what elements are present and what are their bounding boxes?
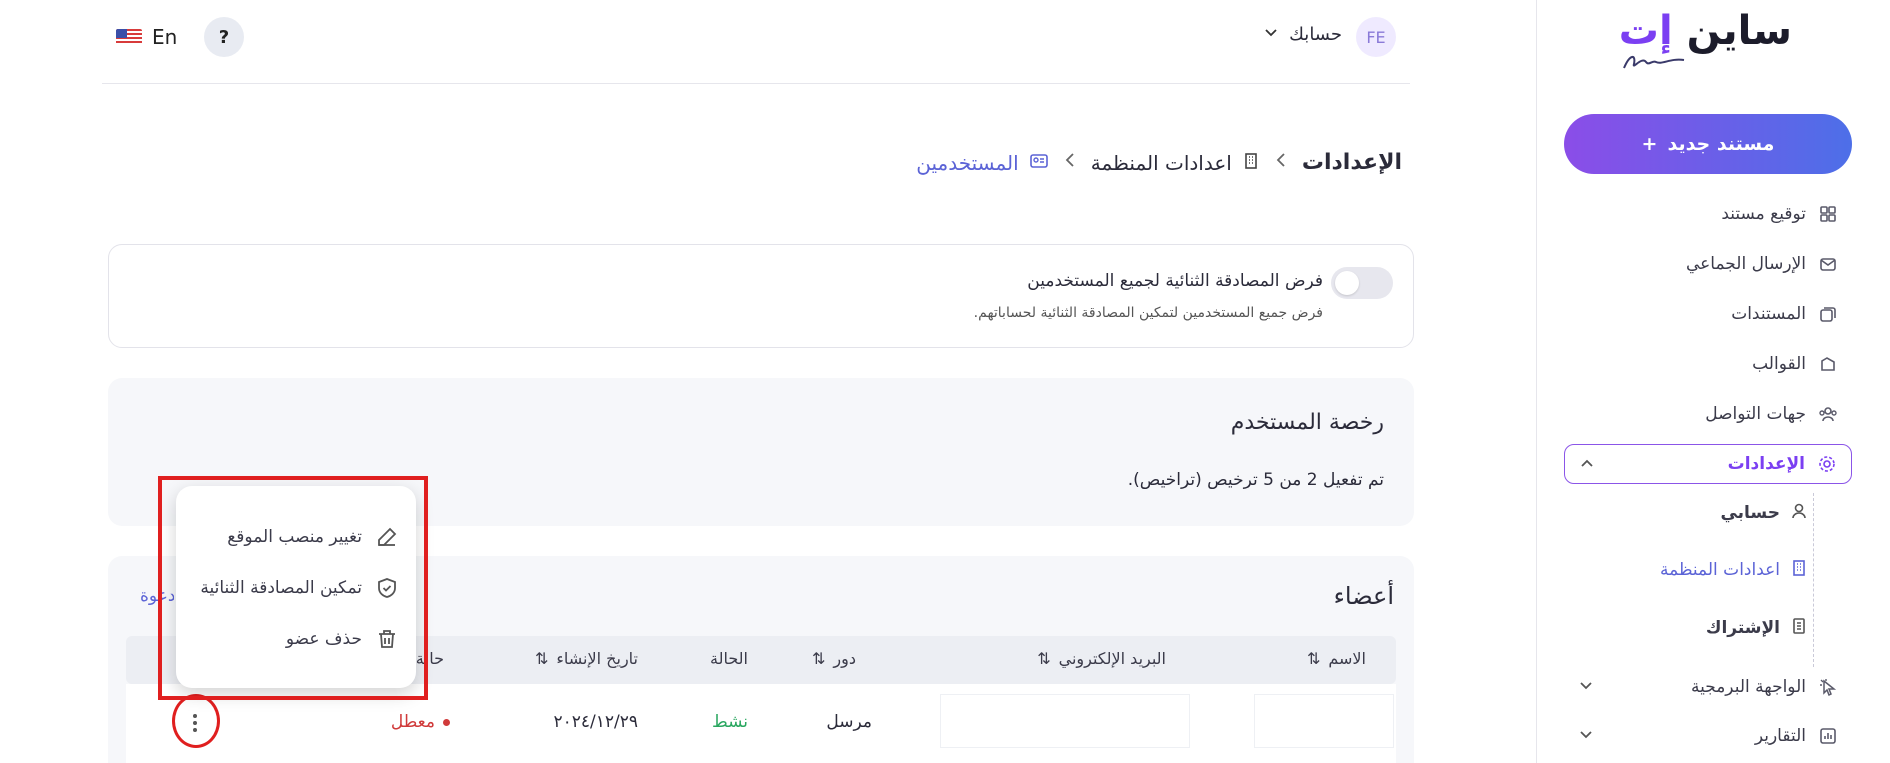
sidebar-item-label: الإشتراك <box>1705 618 1780 638</box>
breadcrumb-org-label: اعدادات المنظمة <box>1090 150 1232 175</box>
sidebar-item-reports[interactable]: التقارير <box>1564 716 1852 756</box>
avatar[interactable]: FE <box>1356 17 1396 57</box>
license-summary: تم تفعيل 2 من 5 ترخيص (تراخيص). <box>1127 470 1384 490</box>
sort-icon: ⇅ <box>1037 649 1051 668</box>
account-menu[interactable]: حسابك <box>1263 24 1342 45</box>
sort-icon: ⇅ <box>1306 649 1321 668</box>
sidebar-item-subscription[interactable]: الإشتراك <box>1590 610 1820 646</box>
chart-icon <box>1818 726 1838 746</box>
column-created[interactable]: تاريخ الإنشاء ⇅ <box>535 649 638 668</box>
chevron-down-icon <box>1578 726 1594 747</box>
account-label: حسابك <box>1289 24 1342 45</box>
contacts-icon <box>1818 404 1838 424</box>
sidebar-item-label: اعدادات المنظمة <box>1660 560 1780 580</box>
breadcrumb-org-settings[interactable]: اعدادات المنظمة <box>1091 151 1260 175</box>
documents-icon <box>1818 304 1838 324</box>
grid-icon <box>1818 204 1838 224</box>
brand-name: ساين إت <box>1618 8 1793 54</box>
chevron-down-icon <box>1578 677 1594 698</box>
member-status-cell: نشط <box>711 712 748 732</box>
breadcrumb-current-label: المستخدمين <box>916 150 1019 175</box>
signature-icon <box>1623 56 1685 69</box>
member-role-cell: مرسل <box>826 712 872 732</box>
chevron-left-icon <box>1063 150 1077 175</box>
members-title: أعضاء <box>1333 582 1394 610</box>
breadcrumb-users[interactable]: المستخدمين <box>916 151 1048 175</box>
license-title: رخصة المستخدم <box>1230 410 1384 435</box>
id-card-icon <box>1029 151 1049 175</box>
sidebar-item-label: التقارير <box>1754 726 1806 746</box>
chevron-left-icon <box>1274 150 1288 175</box>
member-state-cell: معطل <box>391 712 450 732</box>
sidebar-item-label: الإرسال الجماعي <box>1685 254 1806 274</box>
two-factor-description: فرض جميع المستخدمين لتمكين المصادقة الثن… <box>973 305 1323 321</box>
receipt-icon <box>1790 617 1808 640</box>
sort-icon: ⇅ <box>534 649 549 668</box>
help-button[interactable]: ? <box>204 17 244 57</box>
sidebar-item-label: القوالب <box>1752 354 1806 374</box>
column-name[interactable]: الاسم ⇅ <box>1307 649 1366 668</box>
member-state-label: معطل <box>390 712 435 732</box>
pointer-icon <box>1818 677 1838 697</box>
member-email-cell <box>940 694 1190 748</box>
sidebar-item-settings[interactable]: الإعدادات <box>1564 444 1852 484</box>
sidebar-item-templates[interactable]: القوالب <box>1564 344 1852 384</box>
us-flag-icon <box>116 29 142 45</box>
gear-icon <box>1817 454 1837 474</box>
breadcrumb-root[interactable]: الإعدادات <box>1302 150 1402 175</box>
sidebar-item-label: جهات التواصل <box>1705 404 1806 424</box>
mail-icon <box>1818 254 1838 274</box>
kebab-highlight-circle <box>172 694 220 748</box>
sidebar-item-label: حسابي <box>1720 503 1780 523</box>
sidebar-item-label: المستندات <box>1731 304 1806 324</box>
two-factor-toggle[interactable] <box>1331 267 1393 299</box>
sidebar-item-label: الواجهة البرمجية <box>1690 677 1806 697</box>
new-document-button[interactable]: مستند جديد + <box>1564 114 1852 174</box>
member-created-cell: ٢٠٢٤/١٢/٢٩ <box>553 712 638 732</box>
sidebar-item-label: توقيع مستند <box>1721 204 1806 224</box>
sidebar-item-bulk-send[interactable]: الإرسال الجماعي <box>1564 244 1852 284</box>
two-factor-title: فرض المصادقة الثنائية لجميع المستخدمين <box>1027 271 1323 291</box>
user-icon <box>1790 502 1808 525</box>
breadcrumb: الإعدادات اعدادات المنظمة المستخدمين <box>916 150 1402 175</box>
language-label: En <box>152 25 178 49</box>
two-factor-card: فرض المصادقة الثنائية لجميع المستخدمين ف… <box>108 244 1414 348</box>
chevron-up-icon <box>1579 455 1595 476</box>
chevron-down-icon <box>1263 24 1279 45</box>
brand-logo[interactable]: ساين إت <box>1618 8 1793 72</box>
building-icon <box>1242 151 1260 175</box>
plus-icon: + <box>1641 133 1658 155</box>
column-email[interactable]: البريد الإلكتروني ⇅ <box>1037 649 1166 668</box>
sidebar-item-documents[interactable]: المستندات <box>1564 294 1852 334</box>
sidebar-item-my-account[interactable]: حسابي <box>1590 495 1820 531</box>
sidebar-item-contacts[interactable]: جهات التواصل <box>1564 394 1852 434</box>
menu-highlight-box <box>158 476 428 700</box>
column-role[interactable]: دور ⇅ <box>812 649 856 668</box>
sidebar-item-label: الإعدادات <box>1727 454 1805 474</box>
language-switcher[interactable]: En <box>116 25 177 49</box>
template-icon <box>1818 354 1838 374</box>
sidebar-item-sign-document[interactable]: توقيع مستند <box>1564 194 1852 234</box>
column-status: الحالة <box>710 649 748 668</box>
new-document-label: مستند جديد <box>1667 133 1775 155</box>
sidebar-item-api[interactable]: الواجهة البرمجية <box>1564 667 1852 707</box>
sidebar: ساين إت مستند جديد + توقيع مستند الإرسال… <box>1536 0 1890 763</box>
building-icon <box>1790 559 1808 582</box>
sort-icon: ⇅ <box>812 649 826 668</box>
status-dot-icon <box>443 718 450 726</box>
sidebar-item-org-settings[interactable]: اعدادات المنظمة <box>1590 552 1820 588</box>
topbar: FE حسابك ? En <box>102 0 1410 84</box>
member-name-cell <box>1254 694 1394 748</box>
